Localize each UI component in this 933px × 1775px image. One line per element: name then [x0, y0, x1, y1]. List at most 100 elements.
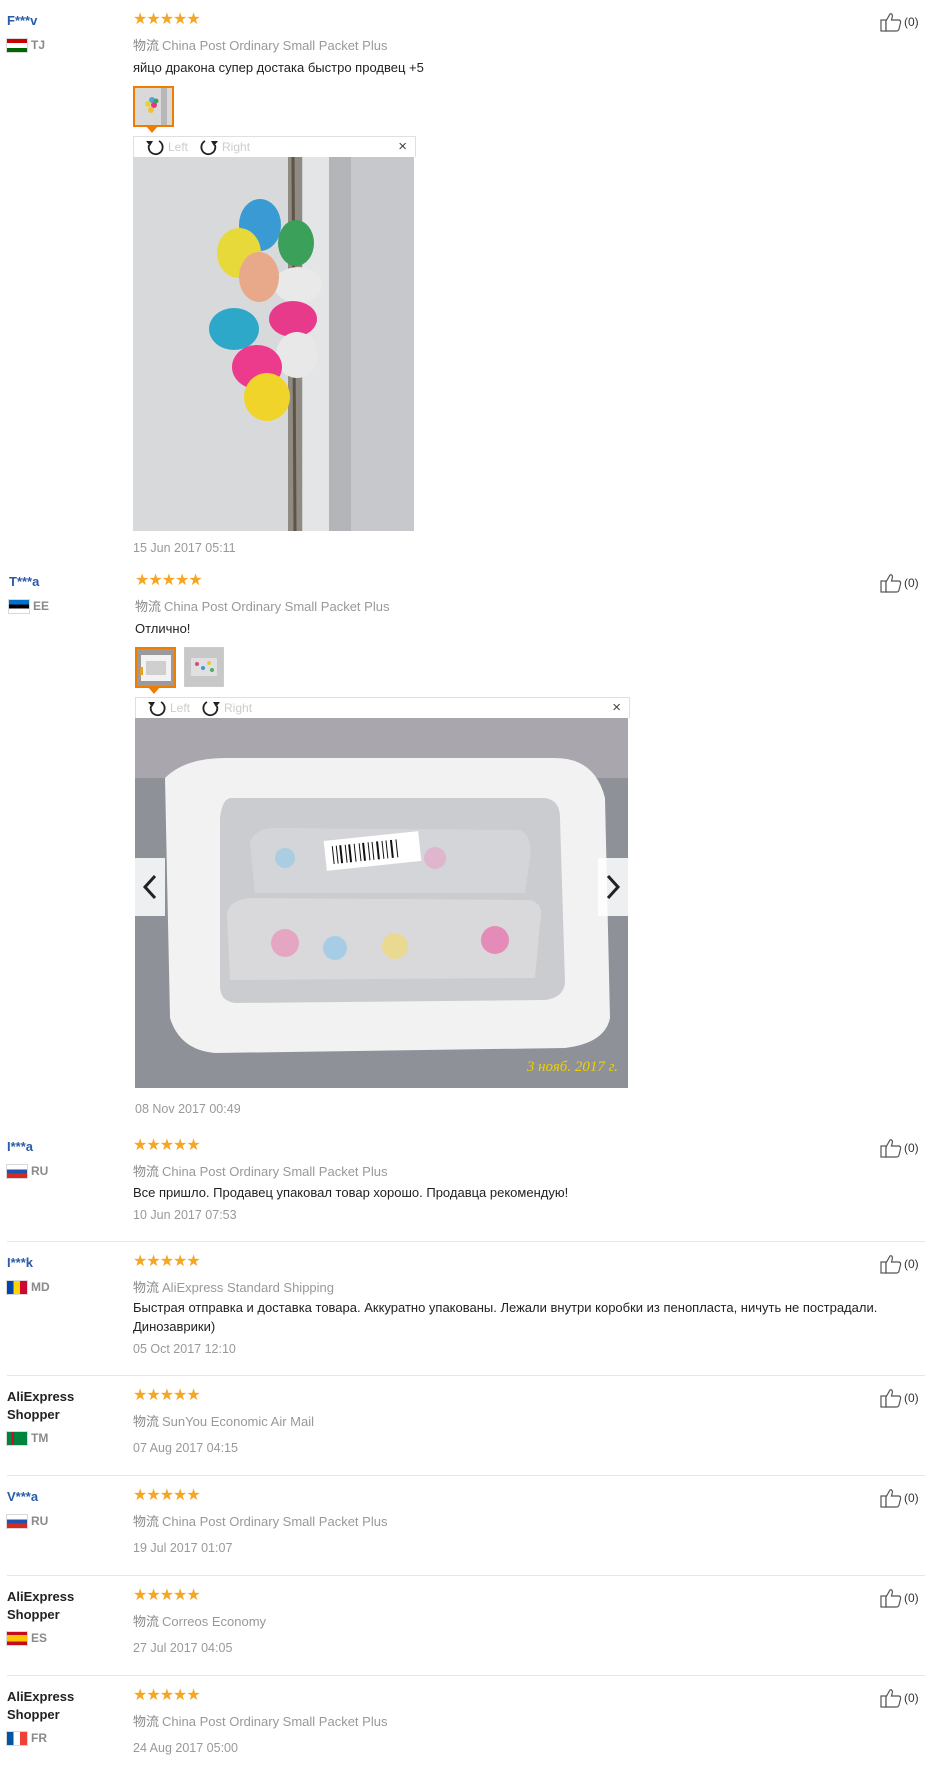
flag-md-icon [7, 1280, 27, 1294]
shipping-method: 物流 China Post Ordinary Small Packet Plus [133, 1511, 387, 1530]
flag-ru-icon [7, 1164, 27, 1178]
close-viewer-button[interactable]: × [398, 138, 407, 155]
reviewer-name[interactable]: F***v [7, 12, 37, 30]
rotate-right-label: Right [224, 701, 253, 715]
shipping-label: 物流 [133, 1280, 160, 1295]
reviewer-country: TJ [7, 38, 45, 52]
country-code: RU [31, 1514, 49, 1528]
shipping-label: 物流 [133, 38, 160, 53]
flag-es-icon [7, 1631, 27, 1645]
country-code: TM [31, 1431, 49, 1445]
review-thumbnails [135, 647, 224, 688]
shipping-label: 物流 [133, 1414, 160, 1429]
reviewer-country: EE [9, 599, 49, 613]
image-viewer-toolbar: Left Right × [133, 136, 416, 157]
helpful-button[interactable]: (0) [880, 1588, 919, 1608]
helpful-count: (0) [904, 1591, 919, 1605]
review-text: Все пришло. Продавец упаковал товар хоро… [133, 1185, 569, 1200]
helpful-count: (0) [904, 1491, 919, 1505]
shipping-label: 物流 [133, 1714, 160, 1729]
helpful-button[interactable]: (0) [880, 1688, 919, 1708]
shipping-name: SunYou Economic Air Mail [162, 1414, 315, 1429]
review-date: 19 Jul 2017 01:07 [133, 1541, 233, 1555]
thumbs-up-icon [880, 1255, 902, 1274]
prev-photo-button[interactable] [135, 858, 165, 916]
chevron-right-icon [606, 874, 621, 900]
helpful-button[interactable]: (0) [880, 12, 919, 32]
helpful-button[interactable]: (0) [880, 573, 919, 593]
rotate-left-button[interactable]: Left [144, 137, 188, 157]
rotate-right-label: Right [222, 140, 251, 154]
star-rating: ★★★★★ [133, 1253, 201, 1270]
review-date: 05 Oct 2017 12:10 [133, 1342, 236, 1356]
star-rating: ★★★★★ [133, 1387, 201, 1404]
reviewer-name[interactable]: V***a [7, 1488, 38, 1506]
shipping-name: China Post Ordinary Small Packet Plus [162, 1714, 388, 1729]
rotate-left-icon [145, 140, 164, 156]
rotate-left-label: Left [170, 701, 191, 715]
review-divider [7, 1475, 925, 1476]
close-viewer-button[interactable]: × [612, 699, 621, 716]
photo-thumbnail[interactable] [184, 647, 224, 687]
photo-thumbnail[interactable] [135, 647, 176, 688]
review-photo [133, 157, 414, 531]
reviewer-country: RU [7, 1514, 48, 1528]
helpful-count: (0) [904, 1691, 919, 1705]
helpful-button[interactable]: (0) [880, 1138, 919, 1158]
country-code: TJ [31, 38, 46, 52]
reviewer-name[interactable]: AliExpress Shopper [7, 1688, 97, 1724]
shipping-name: China Post Ordinary Small Packet Plus [162, 1514, 388, 1529]
reviewer-name[interactable]: AliExpress Shopper [7, 1388, 97, 1424]
rotate-left-button[interactable]: Left [146, 698, 190, 718]
review-photo: 3 нояб. 2017 г. [135, 718, 628, 1088]
reviewer-name[interactable]: I***k [7, 1254, 33, 1272]
thumbs-up-icon [880, 1489, 902, 1508]
review-divider [7, 1675, 925, 1676]
review-date: 10 Jun 2017 07:53 [133, 1208, 237, 1222]
flag-fr-icon [7, 1731, 27, 1745]
shipping-name: China Post Ordinary Small Packet Plus [162, 38, 388, 53]
review-text: Отлично! [135, 621, 191, 636]
star-rating: ★★★★★ [133, 1587, 201, 1604]
reviewer-country: FR [7, 1731, 47, 1745]
country-code: ES [31, 1631, 48, 1645]
review-thumbnails [133, 86, 174, 127]
thumbs-up-icon [880, 1589, 902, 1608]
flag-tj-icon [7, 38, 27, 52]
shipping-label: 物流 [133, 1514, 160, 1529]
reviewer-name[interactable]: AliExpress Shopper [7, 1588, 97, 1624]
helpful-button[interactable]: (0) [880, 1488, 919, 1508]
image-viewer-toolbar: Left Right × [135, 697, 630, 718]
shipping-name: China Post Ordinary Small Packet Plus [164, 599, 390, 614]
shipping-method: 物流 China Post Ordinary Small Packet Plus [133, 35, 387, 54]
star-rating: ★★★★★ [133, 11, 201, 28]
reviewer-country: RU [7, 1164, 48, 1178]
reviewer-name[interactable]: T***a [9, 573, 39, 591]
star-rating: ★★★★★ [133, 1487, 201, 1504]
flag-ee-icon [9, 599, 29, 613]
selected-pointer [148, 687, 160, 694]
shipping-name: China Post Ordinary Small Packet Plus [162, 1164, 388, 1179]
helpful-button[interactable]: (0) [880, 1254, 919, 1274]
review-divider [7, 1241, 925, 1242]
rotate-right-button[interactable]: Right [200, 698, 252, 718]
thumbs-up-icon [880, 1139, 902, 1158]
rotate-right-icon [200, 140, 219, 156]
shipping-method: 物流 China Post Ordinary Small Packet Plus [135, 596, 389, 615]
rotate-right-button[interactable]: Right [198, 137, 250, 157]
shipping-name: AliExpress Standard Shipping [162, 1280, 335, 1295]
thumbs-up-icon [880, 13, 902, 32]
star-rating: ★★★★★ [133, 1137, 201, 1154]
next-photo-button[interactable] [598, 858, 628, 916]
country-code: EE [33, 599, 50, 613]
shipping-label: 物流 [133, 1164, 160, 1179]
photo-thumbnail[interactable] [133, 86, 174, 127]
helpful-button[interactable]: (0) [880, 1388, 919, 1408]
reviewer-name[interactable]: I***a [7, 1138, 33, 1156]
thumbs-up-icon [880, 574, 902, 593]
country-code: MD [31, 1280, 50, 1294]
shipping-method: 物流 China Post Ordinary Small Packet Plus [133, 1161, 387, 1180]
selected-pointer [146, 126, 158, 133]
shipping-label: 物流 [133, 1614, 160, 1629]
rotate-right-icon [202, 701, 221, 717]
